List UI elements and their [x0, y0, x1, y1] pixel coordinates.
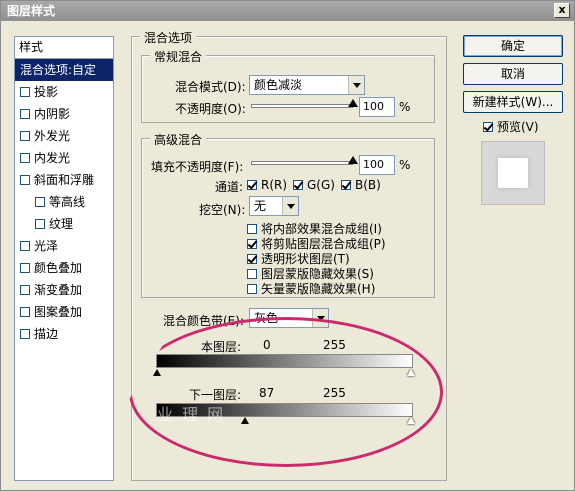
style-checkbox[interactable]: [20, 109, 30, 119]
style-item[interactable]: 颜色叠加: [15, 257, 113, 279]
channel-b[interactable]: B(B): [341, 178, 381, 192]
close-button[interactable]: x: [554, 3, 570, 18]
channel-g[interactable]: G(G): [293, 178, 335, 192]
channel-b-checkbox[interactable]: [341, 180, 351, 190]
style-checkbox[interactable]: [20, 153, 30, 163]
style-checkbox[interactable]: [20, 175, 30, 185]
knockout-label: 挖空(N):: [199, 203, 246, 217]
advanced-option-label: 将剪贴图层混合成组(P): [261, 237, 386, 251]
new-style-button[interactable]: 新建样式(W)...: [463, 91, 563, 113]
style-item[interactable]: 斜面和浮雕: [15, 169, 113, 191]
style-item[interactable]: 渐变叠加: [15, 279, 113, 301]
channel-g-checkbox[interactable]: [293, 180, 303, 190]
opacity-unit: %: [399, 100, 411, 114]
style-item[interactable]: 等高线: [15, 191, 113, 213]
style-item-label: 斜面和浮雕: [34, 173, 95, 187]
advanced-option-checkbox[interactable]: [247, 269, 257, 279]
style-item-label: 颜色叠加: [34, 261, 83, 275]
opacity-input[interactable]: 100: [359, 97, 395, 117]
general-blending-title: 常规混合: [150, 48, 207, 65]
fill-opacity-label: 填充不透明度(F):: [151, 160, 244, 174]
blend-mode-label: 混合模式(D):: [175, 80, 246, 94]
knockout-value: 无: [254, 199, 267, 213]
style-item[interactable]: 混合选项:自定: [15, 59, 113, 81]
style-item-label: 渐变叠加: [34, 283, 83, 297]
style-items: 混合选项:自定投影内阴影外发光内发光斜面和浮雕等高线纹理光泽颜色叠加渐变叠加图案…: [15, 59, 113, 345]
advanced-option-checkbox[interactable]: [247, 224, 257, 234]
style-item-label: 内发光: [34, 151, 71, 165]
style-checkbox[interactable]: [20, 87, 30, 97]
opacity-label: 不透明度(O):: [175, 102, 246, 116]
styles-header[interactable]: 样式: [15, 37, 113, 59]
advanced-option-label: 矢量蒙版隐藏效果(H): [261, 282, 376, 296]
fill-opacity-unit: %: [399, 158, 411, 172]
style-item-label: 混合选项:自定: [20, 63, 97, 77]
style-item-label: 投影: [34, 85, 59, 99]
preview-checkbox[interactable]: [483, 122, 493, 132]
style-item[interactable]: 光泽: [15, 235, 113, 257]
title-bar: 图层样式 x: [1, 1, 574, 21]
advanced-option-checkbox[interactable]: [247, 284, 257, 294]
advanced-option-label: 将内部效果混合成组(I): [261, 222, 382, 236]
fill-opacity-slider-thumb[interactable]: [348, 156, 358, 164]
style-checkbox[interactable]: [20, 307, 30, 317]
style-checkbox[interactable]: [20, 285, 30, 295]
styles-list: 样式 混合选项:自定投影内阴影外发光内发光斜面和浮雕等高线纹理光泽颜色叠加渐变叠…: [14, 36, 114, 481]
window-title: 图层样式: [7, 4, 56, 18]
style-checkbox[interactable]: [20, 263, 30, 273]
advanced-option-checkbox[interactable]: [247, 239, 257, 249]
chevron-down-icon: [282, 197, 298, 215]
preview-toggle[interactable]: 预览(V): [483, 118, 539, 135]
channel-r-checkbox[interactable]: [247, 180, 257, 190]
annotation-ellipse: [129, 317, 443, 467]
style-checkbox[interactable]: [20, 241, 30, 251]
cancel-button[interactable]: 取消: [463, 63, 563, 85]
knockout-select[interactable]: 无: [249, 196, 299, 216]
style-preview: [481, 141, 545, 205]
style-item[interactable]: 内发光: [15, 147, 113, 169]
style-item[interactable]: 内阴影: [15, 103, 113, 125]
advanced-option-label: 透明形状图层(T): [261, 252, 350, 266]
ok-button[interactable]: 确定: [463, 35, 563, 57]
style-item-label: 等高线: [49, 195, 86, 209]
advanced-blending-title: 高级混合: [150, 131, 207, 148]
style-item-label: 图案叠加: [34, 305, 83, 319]
style-item[interactable]: 外发光: [15, 125, 113, 147]
channels-label: 通道:: [215, 180, 244, 194]
opacity-slider[interactable]: [251, 104, 353, 108]
style-item[interactable]: 描边: [15, 323, 113, 345]
advanced-option[interactable]: 矢量蒙版隐藏效果(H): [247, 280, 375, 297]
channel-r[interactable]: R(R): [247, 178, 287, 192]
blend-options-title: 混合选项: [140, 29, 197, 46]
style-item-label: 纹理: [49, 217, 74, 231]
style-item[interactable]: 图案叠加: [15, 301, 113, 323]
blend-mode-select[interactable]: 颜色减淡: [249, 75, 365, 95]
advanced-option-checkbox[interactable]: [247, 254, 257, 264]
style-checkbox[interactable]: [35, 219, 45, 229]
style-item-label: 外发光: [34, 129, 71, 143]
advanced-option-label: 图层蒙版隐藏效果(S): [261, 267, 374, 281]
fill-opacity-slider[interactable]: [251, 161, 353, 165]
blend-mode-value: 颜色减淡: [254, 78, 303, 92]
style-item[interactable]: 投影: [15, 81, 113, 103]
style-checkbox[interactable]: [20, 329, 30, 339]
style-checkbox[interactable]: [35, 197, 45, 207]
fill-opacity-input[interactable]: 100: [359, 155, 395, 175]
style-item-label: 光泽: [34, 239, 59, 253]
layer-style-dialog: 图层样式 x 样式 混合选项:自定投影内阴影外发光内发光斜面和浮雕等高线纹理光泽…: [0, 0, 575, 491]
style-item[interactable]: 纹理: [15, 213, 113, 235]
style-item-label: 描边: [34, 327, 59, 341]
style-item-label: 内阴影: [34, 107, 71, 121]
preview-swatch: [498, 158, 528, 188]
opacity-slider-thumb[interactable]: [348, 99, 358, 107]
chevron-down-icon: [348, 76, 364, 94]
style-checkbox[interactable]: [20, 131, 30, 141]
